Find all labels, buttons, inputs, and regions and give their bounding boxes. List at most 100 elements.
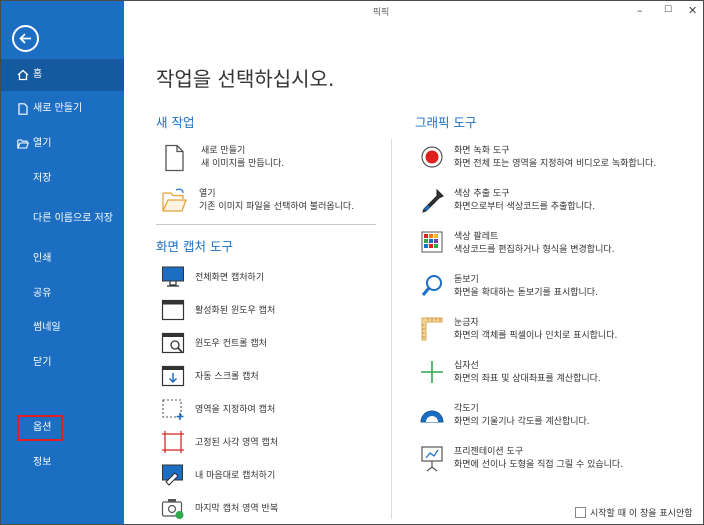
sidebar-item-save-as[interactable]: 다른 이름으로 저장 [1, 203, 124, 235]
sidebar-item-close[interactable]: 닫기 [1, 347, 124, 379]
section-title-graphic: 그래픽 도구 [415, 115, 477, 130]
crosshair-icon [421, 361, 443, 383]
tool-title: 프리젠테이션 도구 [454, 447, 524, 457]
back-arrow-icon [19, 33, 31, 44]
sidebar-item-thumbnail[interactable]: 썸네일 [1, 312, 124, 344]
section-divider [156, 224, 376, 225]
folder-open-icon [162, 188, 187, 212]
sidebar-item-label: 다른 이름으로 저장 [33, 213, 113, 224]
item-desc: 기존 이미지 파일을 선택하여 불러옵니다. [199, 202, 355, 212]
tool-title: 색상 팔레트 [454, 232, 499, 242]
sidebar-item-info[interactable]: 정보 [1, 447, 124, 479]
new-file-icon [18, 103, 28, 115]
sidebar-item-label: 인쇄 [33, 253, 52, 264]
new-image-item[interactable]: 새로 만들기 새 이미지를 만듭니다. [163, 144, 373, 174]
sidebar-item-label: 정보 [33, 457, 52, 468]
open-image-item[interactable]: 열기 기존 이미지 파일을 선택하여 불러옵니다. [161, 187, 371, 217]
tool-desc: 화면 전체 또는 영역을 지정하여 비디오로 녹화합니다. [454, 159, 657, 169]
tool-title: 십자선 [454, 361, 479, 371]
column-divider [391, 139, 392, 519]
sidebar-item-label: 썸네일 [33, 322, 61, 333]
monitor-icon [162, 266, 184, 287]
capture-label: 활성화된 윈도우 캡처 [195, 306, 276, 316]
capture-active-window[interactable]: 활성화된 윈도우 캡처 [161, 298, 371, 322]
tool-magnifier[interactable]: 돋보기 화면을 확대하는 돋보기를 표시합니다. [420, 273, 690, 303]
tool-title: 색상 추출 도구 [454, 189, 510, 199]
capture-label: 전체화면 캡처하기 [195, 273, 265, 283]
sidebar-item-label: 저장 [33, 173, 52, 184]
record-icon [421, 146, 443, 168]
capture-label: 고정된 사각 영역 캡처 [195, 438, 279, 448]
capture-label: 내 마음대로 캡처하기 [195, 471, 276, 481]
magnifier-icon [421, 275, 442, 296]
fixed-region-icon [162, 431, 184, 453]
app-window: 홈 새로 만들기 열기 저장 다른 이름으로 저장 인쇄 공유 썸네일 닫기 옵… [0, 0, 704, 525]
section-title-capture: 화면 캡처 도구 [156, 239, 233, 254]
window-search-icon [161, 332, 185, 354]
capture-window-control[interactable]: 윈도우 컨트롤 캡처 [161, 331, 371, 355]
tool-color-palette[interactable]: 색상 팔레트 색상코드를 편집하거나 형식을 변경합니다. [420, 230, 690, 260]
tool-ruler[interactable]: 눈금자 화면의 객체를 픽셀이나 인치로 표시합니다. [420, 316, 690, 346]
sidebar-item-save[interactable]: 저장 [1, 163, 124, 195]
item-desc: 새 이미지를 만듭니다. [201, 159, 285, 169]
capture-region[interactable]: 영역을 지정하여 캡처 [161, 397, 371, 421]
tool-desc: 화면에 선이나 도형을 직접 그릴 수 있습니다. [454, 460, 624, 470]
tool-title: 화면 녹화 도구 [454, 146, 510, 156]
capture-fullscreen[interactable]: 전체화면 캡처하기 [161, 265, 371, 289]
tool-desc: 색상코드를 편집하거나 형식을 변경합니다. [454, 245, 615, 255]
minimize-button[interactable]: – [637, 4, 643, 17]
freehand-pen-icon [162, 464, 183, 486]
window-icon [161, 299, 185, 321]
close-button[interactable]: ✕ [688, 4, 697, 17]
sidebar-item-print[interactable]: 인쇄 [1, 243, 124, 275]
tool-title: 각도기 [454, 404, 479, 414]
sidebar-item-share[interactable]: 공유 [1, 278, 124, 310]
tool-title: 돋보기 [454, 275, 479, 285]
tool-title: 눈금자 [454, 318, 479, 328]
checkbox-box[interactable] [575, 507, 586, 518]
startup-checkbox-label: 시작할 때 이 창을 표시안함 [590, 509, 693, 519]
palette-grid-icon [421, 231, 443, 253]
item-title: 열기 [199, 189, 216, 199]
capture-label: 자동 스크롤 캡처 [195, 372, 259, 382]
tool-desc: 화면을 확대하는 돋보기를 표시합니다. [454, 288, 598, 298]
protractor-icon [420, 410, 444, 423]
capture-freehand[interactable]: 내 마음대로 캡처하기 [161, 463, 371, 487]
capture-label: 마지막 캡처 영역 반복 [195, 504, 279, 514]
scroll-down-icon [161, 365, 185, 387]
camera-repeat-icon [161, 499, 184, 519]
home-icon [17, 69, 29, 81]
window-title: 픽픽 [372, 8, 390, 18]
sidebar-item-label: 열기 [33, 138, 52, 149]
capture-repeat-last[interactable]: 마지막 캡처 영역 반복 [161, 496, 371, 520]
capture-label: 윈도우 컨트롤 캡처 [195, 339, 267, 349]
ruler-icon [421, 317, 443, 341]
tool-desc: 화면의 기울기나 각도를 계산합니다. [454, 417, 590, 427]
capture-auto-scroll[interactable]: 자동 스크롤 캡처 [161, 364, 371, 388]
startup-checkbox[interactable]: 시작할 때 이 창을 표시안함 [575, 506, 693, 519]
presentation-board-icon [421, 446, 443, 472]
tool-screen-recorder[interactable]: 화면 녹화 도구 화면 전체 또는 영역을 지정하여 비디오로 녹화합니다. [420, 144, 690, 174]
region-select-icon [162, 399, 184, 420]
capture-fixed-region[interactable]: 고정된 사각 영역 캡처 [161, 430, 371, 454]
new-file-icon [165, 144, 184, 172]
tool-desc: 화면의 객체를 픽셀이나 인치로 표시합니다. [454, 331, 618, 341]
options-highlight-box [17, 415, 63, 441]
sidebar-item-home[interactable]: 홈 [1, 59, 124, 91]
folder-open-icon [17, 139, 29, 149]
sidebar-item-label: 홈 [33, 69, 43, 80]
tool-crosshair[interactable]: 십자선 화면의 좌표 및 상대좌표를 계산합니다. [420, 359, 690, 389]
back-button[interactable] [12, 25, 39, 52]
maximize-button[interactable]: ☐ [664, 5, 672, 15]
tool-color-picker[interactable]: 색상 추출 도구 화면으로부터 색상코드를 추출합니다. [420, 187, 690, 217]
sidebar-item-label: 공유 [33, 288, 52, 299]
sidebar-item-open[interactable]: 열기 [1, 128, 124, 160]
sidebar-item-label: 닫기 [33, 357, 52, 368]
sidebar-item-new[interactable]: 새로 만들기 [1, 93, 124, 125]
tool-protractor[interactable]: 각도기 화면의 기울기나 각도를 계산합니다. [420, 402, 690, 432]
item-title: 새로 만들기 [201, 146, 246, 156]
capture-label: 영역을 지정하여 캡처 [195, 405, 276, 415]
eyedropper-icon [422, 188, 444, 213]
tool-desc: 화면의 좌표 및 상대좌표를 계산합니다. [454, 374, 601, 384]
tool-presentation[interactable]: 프리젠테이션 도구 화면에 선이나 도형을 직접 그릴 수 있습니다. [420, 445, 690, 475]
